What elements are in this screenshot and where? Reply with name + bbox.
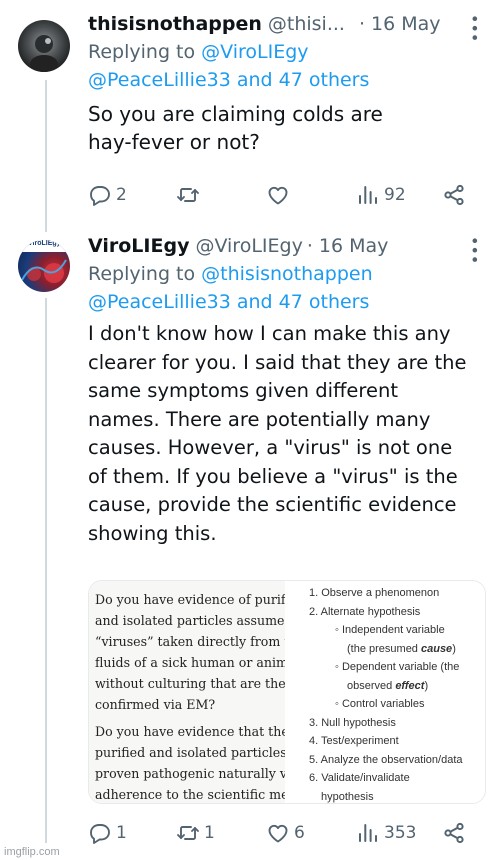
image-text-line: ◦ Control variables [335,698,425,710]
share-icon [444,822,464,844]
image-text-line: 5. Analyze the observation/data [309,753,463,766]
tweet-text-line: same symptoms given different [88,379,399,402]
tweet-text: So you are claiming colds are hay-fever … [88,100,488,156]
replying-to-label: Replying to [88,263,202,285]
tweet-time[interactable]: · 16 May [307,232,389,260]
heart-icon [268,824,288,843]
reply-button[interactable]: 1 [88,821,127,845]
image-text-line: 4. Test/experiment [309,735,399,747]
action-bar: 1 1 6 353 [88,818,488,848]
reply-mention-link[interactable]: @thisisnothappen [201,263,373,285]
tweet-text-line: cause, provide the scientific evidence [88,493,457,516]
reply-button[interactable]: 2 [88,183,127,207]
views-button[interactable]: 92 [356,183,406,207]
image-text-line: 3. Null hypothesis [309,716,396,729]
views-chart-icon [359,186,377,204]
tweet[interactable]: ViroLIEgy ViroLIEgy @ViroLIEgy · 16 May … [0,230,500,860]
media-image-right[interactable]: 1. Observe a phenomenon 2. Alternate hyp… [287,581,485,803]
reply-mention-link[interactable]: @PeaceLillie33 [88,69,231,91]
image-text-line: (the presumed cause) [347,642,456,655]
repost-button[interactable]: 1 [176,821,215,845]
tweet-text-line: of them. If you believe a "virus" is the [88,464,458,488]
tweet-text: I don't know how I can make this any cle… [88,320,488,548]
repost-icon [177,826,199,840]
views-count: 92 [384,185,406,205]
image-text-line: purified and isolated particles w [95,745,285,760]
image-text-line: Do you have evidence that these [95,724,285,739]
reply-mention-link[interactable]: @PeaceLillie33 [88,291,231,313]
author-handle[interactable]: @ViroLIEgy [195,232,302,260]
image-text-line: confirmed via EM? [95,697,216,712]
reply-and-text: and [230,291,279,313]
image-text-line: 2. Alternate hypothesis [309,605,421,618]
image-text-line: without culturing that are then [95,676,285,691]
image-text-line: adherence to the scientific meth [95,787,285,802]
views-chart-icon [359,824,377,842]
like-button[interactable]: 6 [266,821,305,845]
image-text-line: observed effect) [347,679,429,692]
tweet-time[interactable]: · 16 May [359,10,441,38]
views-count: 353 [384,823,417,843]
image-text-line: 1. Observe a phenomenon [309,587,440,599]
replying-to: Replying to @thisisnothappen @PeaceLilli… [88,260,488,316]
image-text-line: ◦ Dependent variable (the [335,661,460,673]
action-bar: 2 92 [88,180,488,210]
image-text-line: proven pathogenic naturally via [95,766,285,781]
tweet-text-line: names. There are potentially many [88,407,431,431]
image-text-line: 6. Validate/invalidate [309,772,410,784]
more-options-icon[interactable]: ••• [465,14,484,42]
like-button[interactable] [266,183,294,207]
avatar[interactable]: ViroLIEgy [18,240,70,292]
replying-to: Replying to @ViroLIEgy @PeaceLillie33 an… [88,38,488,94]
virus-logo-icon [18,240,70,283]
image-text-line: “viruses” taken directly from the [95,634,285,649]
tweet-text-line: I don't know how I can make this any [88,322,451,345]
reply-icon [90,824,110,844]
image-text-line: and isolated particles assumed to [95,613,285,628]
reply-mention-link[interactable]: @ViroLIEgy [201,41,308,63]
image-text-line: fluids of a sick human or animal [95,655,285,670]
views-button[interactable]: 353 [356,821,416,845]
media-attachment[interactable]: Do you have evidence of purified and iso… [88,580,486,804]
reply-and-text: and [230,69,279,91]
repost-icon [177,188,199,202]
share-icon [444,184,464,206]
image-text-line: ◦ Independent variable [335,624,445,636]
replying-to-label: Replying to [88,41,202,63]
tweet-text-line: So you are claiming colds are [88,102,383,126]
repost-count: 1 [204,823,215,843]
image-text-line: hypothesis [321,790,374,803]
like-count: 6 [294,823,305,843]
reply-count: 1 [116,823,127,843]
share-button[interactable] [442,821,466,845]
author-name[interactable]: ViroLIEgy [88,232,189,260]
avatar-logo-text: ViroLIEgy [28,240,61,247]
avatar[interactable] [18,20,70,72]
media-image-left[interactable]: Do you have evidence of purified and iso… [89,581,285,803]
heart-icon [268,186,288,205]
reply-others-link[interactable]: 47 others [279,291,370,313]
share-button[interactable] [442,183,466,207]
avatar-figure-icon [30,35,58,72]
tweet[interactable]: thisisnothappen @thisi... · 16 May ••• R… [0,0,500,230]
tweet-text-line: showing this. [88,521,217,545]
tweet-text-line: clearer for you. I said that they are th… [88,350,467,374]
author-name[interactable]: thisisnothappen [88,10,262,38]
more-options-icon[interactable]: ••• [465,236,484,264]
image-text-line: Do you have evidence of purified [95,592,285,607]
reply-count: 2 [116,185,127,205]
tweet-text-line: hay-fever or not? [88,130,260,154]
reply-others-link[interactable]: 47 others [279,69,370,91]
reply-icon [90,186,110,206]
watermark: imgflip.com [4,846,60,858]
author-handle[interactable]: @thisi... [268,10,345,38]
tweet-text-line: causes. However, a "virus" is not one [88,436,453,459]
repost-button[interactable] [176,183,204,207]
